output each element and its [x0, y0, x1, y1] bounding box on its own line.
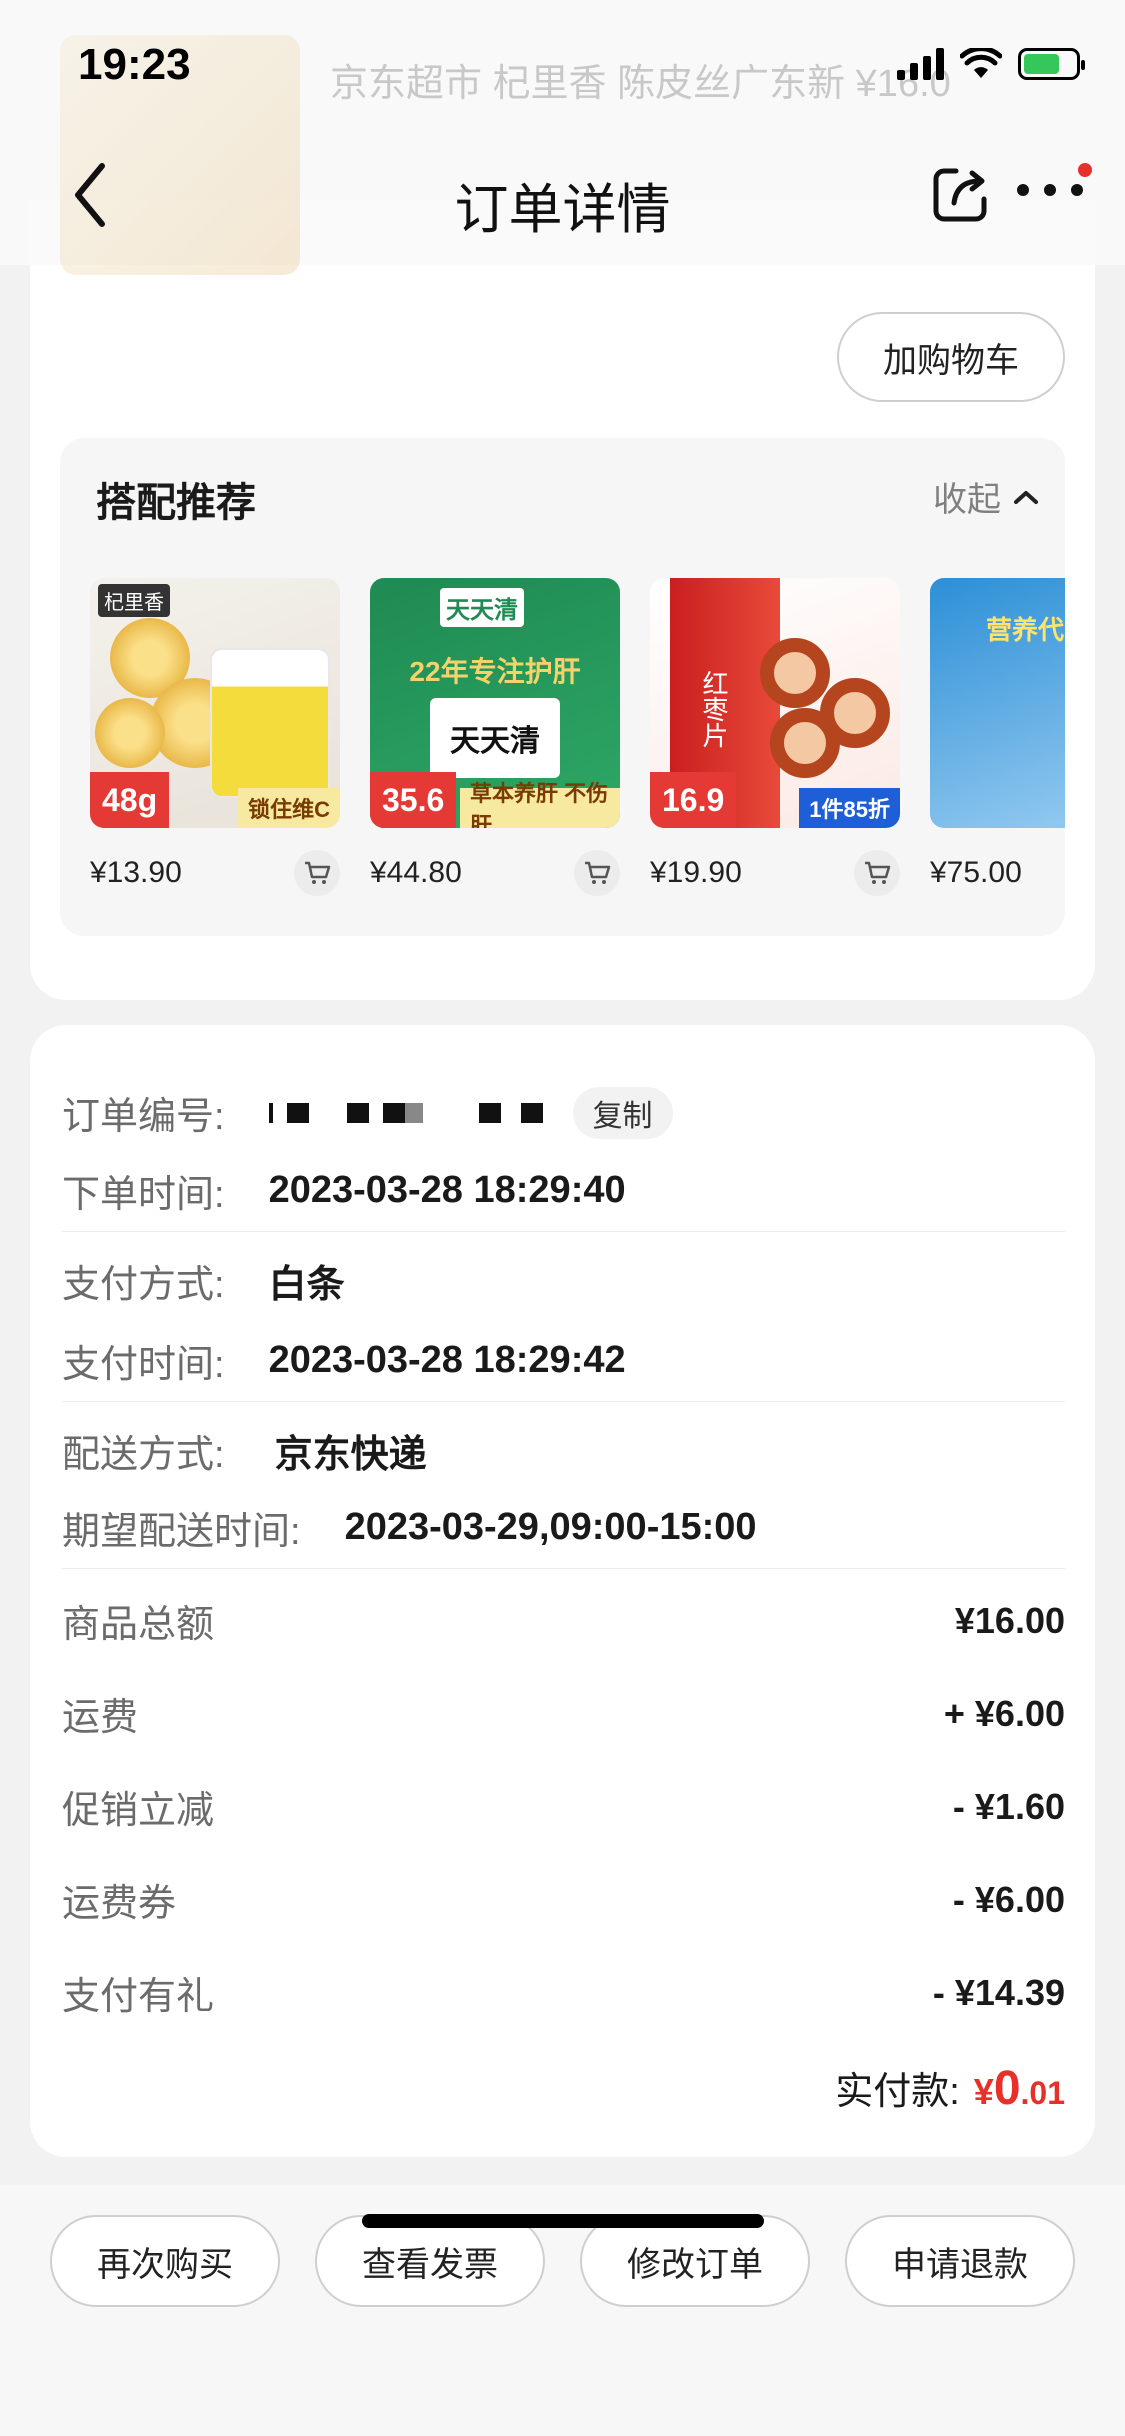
home-indicator[interactable]	[362, 2214, 764, 2228]
apply-refund-button[interactable]: 申请退款	[845, 2215, 1075, 2307]
delivery-method-value: 京东快递	[274, 1434, 427, 1476]
more-dots-icon	[1017, 184, 1083, 196]
divider	[62, 1401, 1065, 1402]
product-card: 加购物车 搭配推荐 收起 杞里香 48g 锁住维C ¥13.90 天天清 22年…	[30, 200, 1095, 1000]
wifi-icon	[960, 48, 1002, 78]
delivery-method-label: 配送方式:	[62, 1434, 225, 1476]
cart-icon	[305, 861, 331, 884]
amount-label: 促销立减	[62, 1790, 215, 1832]
delivery-method-row: 配送方式: 京东快递	[62, 1423, 427, 1478]
recommendation-item[interactable]: 天天清 22年专注护肝 天天清 35.6 草本养肝 不伤肝 ¥44.80	[370, 578, 620, 896]
expected-delivery-row: 期望配送时间: 2023-03-29,09:00-15:00	[62, 1500, 757, 1555]
image-product-box: 天天清	[430, 698, 560, 778]
amount-label: 运费券	[62, 1883, 177, 1925]
amount-row-shipping: 运费 + ¥6.00	[62, 1686, 1065, 1741]
total-integer: 0	[993, 2062, 1021, 2115]
amount-value: - ¥1.60	[952, 1785, 1065, 1827]
amount-label: 运费	[62, 1697, 139, 1739]
cart-icon	[865, 861, 891, 884]
amount-value: - ¥6.00	[952, 1878, 1065, 1920]
order-number-row: 订单编号: 复制	[62, 1085, 673, 1140]
collapse-label: 收起	[933, 481, 1001, 519]
recommendation-item[interactable]: 红枣片 16.9 1件85折 ¥19.90	[650, 578, 900, 896]
product-image[interactable]: 红枣片 16.9 1件85折	[650, 578, 900, 828]
amount-row-promotion: 促销立减 - ¥1.60	[62, 1779, 1065, 1834]
notification-dot	[1078, 163, 1092, 177]
total-paid-label: 实付款:	[835, 2071, 960, 2113]
amount-row-goods-total: 商品总额 ¥16.00	[62, 1593, 1065, 1648]
expected-delivery-label: 期望配送时间:	[62, 1511, 301, 1553]
amount-value: - ¥14.39	[932, 1971, 1065, 2013]
share-icon	[933, 168, 987, 222]
cellular-signal-icon	[897, 48, 944, 80]
order-time-value: 2023-03-28 18:29:40	[268, 1169, 626, 1211]
image-weight-badge: 16.9	[650, 772, 737, 828]
amount-row-payment-gift: 支付有礼 - ¥14.39	[62, 1965, 1065, 2020]
recommendation-price: ¥75.00	[930, 856, 1022, 889]
product-image[interactable]: 营养代	[930, 578, 1065, 828]
modify-order-button[interactable]: 修改订单	[580, 2215, 810, 2307]
image-brand-label: 杞里香	[98, 584, 170, 617]
cart-icon	[585, 861, 611, 884]
amount-value: ¥16.00	[954, 1599, 1065, 1641]
payment-method-row: 支付方式: 白条	[62, 1253, 345, 1308]
product-image[interactable]: 杞里香 48g 锁住维C	[90, 578, 340, 828]
total-decimal: .01	[1020, 2075, 1065, 2111]
more-button[interactable]	[1015, 180, 1085, 220]
add-to-cart-icon-button[interactable]	[294, 850, 340, 896]
scrolled-product-title: 京东超市 杞里香 陈皮丝广东新 ¥16.0	[330, 63, 951, 105]
image-price-badge: 35.6	[370, 772, 457, 828]
order-number-redacted	[268, 1102, 543, 1123]
image-promo-strip: 1件85折	[799, 788, 900, 828]
share-button[interactable]	[930, 165, 990, 225]
copy-order-number-button[interactable]: 复制	[572, 1086, 673, 1139]
image-brand-label: 营养代	[986, 615, 1065, 645]
payment-method-value: 白条	[268, 1264, 345, 1306]
payment-time-row: 支付时间: 2023-03-28 18:29:42	[62, 1333, 626, 1388]
payment-time-label: 支付时间:	[62, 1344, 225, 1386]
top-bar: 京东超市 杞里香 陈皮丝广东新 ¥16.0 19:23 订单详情	[0, 0, 1125, 275]
recommendation-item[interactable]: 营养代 ¥75.00	[930, 578, 1065, 896]
add-to-cart-icon-button[interactable]	[574, 850, 620, 896]
amount-label: 支付有礼	[62, 1976, 215, 2018]
recommendation-list: 杞里香 48g 锁住维C ¥13.90 天天清 22年专注护肝 天天清 35.6…	[90, 578, 1065, 896]
order-number-label: 订单编号:	[62, 1096, 225, 1138]
payment-time-value: 2023-03-28 18:29:42	[268, 1339, 626, 1381]
recommendation-section: 搭配推荐 收起 杞里香 48g 锁住维C ¥13.90 天天清 22年专注护肝 …	[60, 438, 1065, 936]
recommendation-item[interactable]: 杞里香 48g 锁住维C ¥13.90	[90, 578, 340, 896]
image-brand-label: 天天清	[440, 588, 524, 627]
expected-delivery-value: 2023-03-29,09:00-15:00	[344, 1506, 757, 1548]
amount-label: 商品总额	[62, 1604, 215, 1646]
image-promo-strip: 草本养肝 不伤肝	[460, 781, 620, 828]
order-info-card: 订单编号: 复制 下单时间: 2023-03-28 18:29:40 支付方式:…	[30, 1025, 1095, 2157]
order-time-row: 下单时间: 2023-03-28 18:29:40	[62, 1163, 626, 1218]
add-to-cart-button[interactable]: 加购物车	[837, 312, 1065, 402]
product-image[interactable]: 天天清 22年专注护肝 天天清 35.6 草本养肝 不伤肝	[370, 578, 620, 828]
recommendation-title: 搭配推荐	[96, 481, 256, 525]
order-time-label: 下单时间:	[62, 1174, 225, 1216]
recommendation-price: ¥19.90	[650, 856, 742, 889]
view-invoice-button[interactable]: 查看发票	[315, 2215, 545, 2307]
amount-row-shipping-coupon: 运费券 - ¥6.00	[62, 1872, 1065, 1927]
image-headline: 22年专注护肝	[409, 656, 581, 687]
divider	[62, 1568, 1065, 1569]
chevron-up-icon	[1014, 490, 1038, 504]
total-paid-row: 实付款: ¥ 0 .01	[835, 2060, 1065, 2116]
payment-method-label: 支付方式:	[62, 1264, 225, 1306]
battery-icon	[1018, 48, 1085, 80]
amount-value: + ¥6.00	[943, 1692, 1065, 1734]
image-promo-strip: 锁住维C	[238, 788, 340, 828]
status-time: 19:23	[78, 40, 191, 89]
buy-again-button[interactable]: 再次购买	[50, 2215, 280, 2307]
status-icons	[897, 48, 1085, 80]
recommendation-price: ¥44.80	[370, 856, 462, 889]
image-brand-label: 红枣片	[699, 670, 729, 748]
total-currency: ¥	[973, 2071, 994, 2112]
add-to-cart-icon-button[interactable]	[854, 850, 900, 896]
collapse-toggle[interactable]: 收起	[933, 472, 1039, 521]
recommendation-price: ¥13.90	[90, 856, 182, 889]
divider	[62, 1231, 1065, 1232]
image-weight-badge: 48g	[90, 772, 170, 828]
